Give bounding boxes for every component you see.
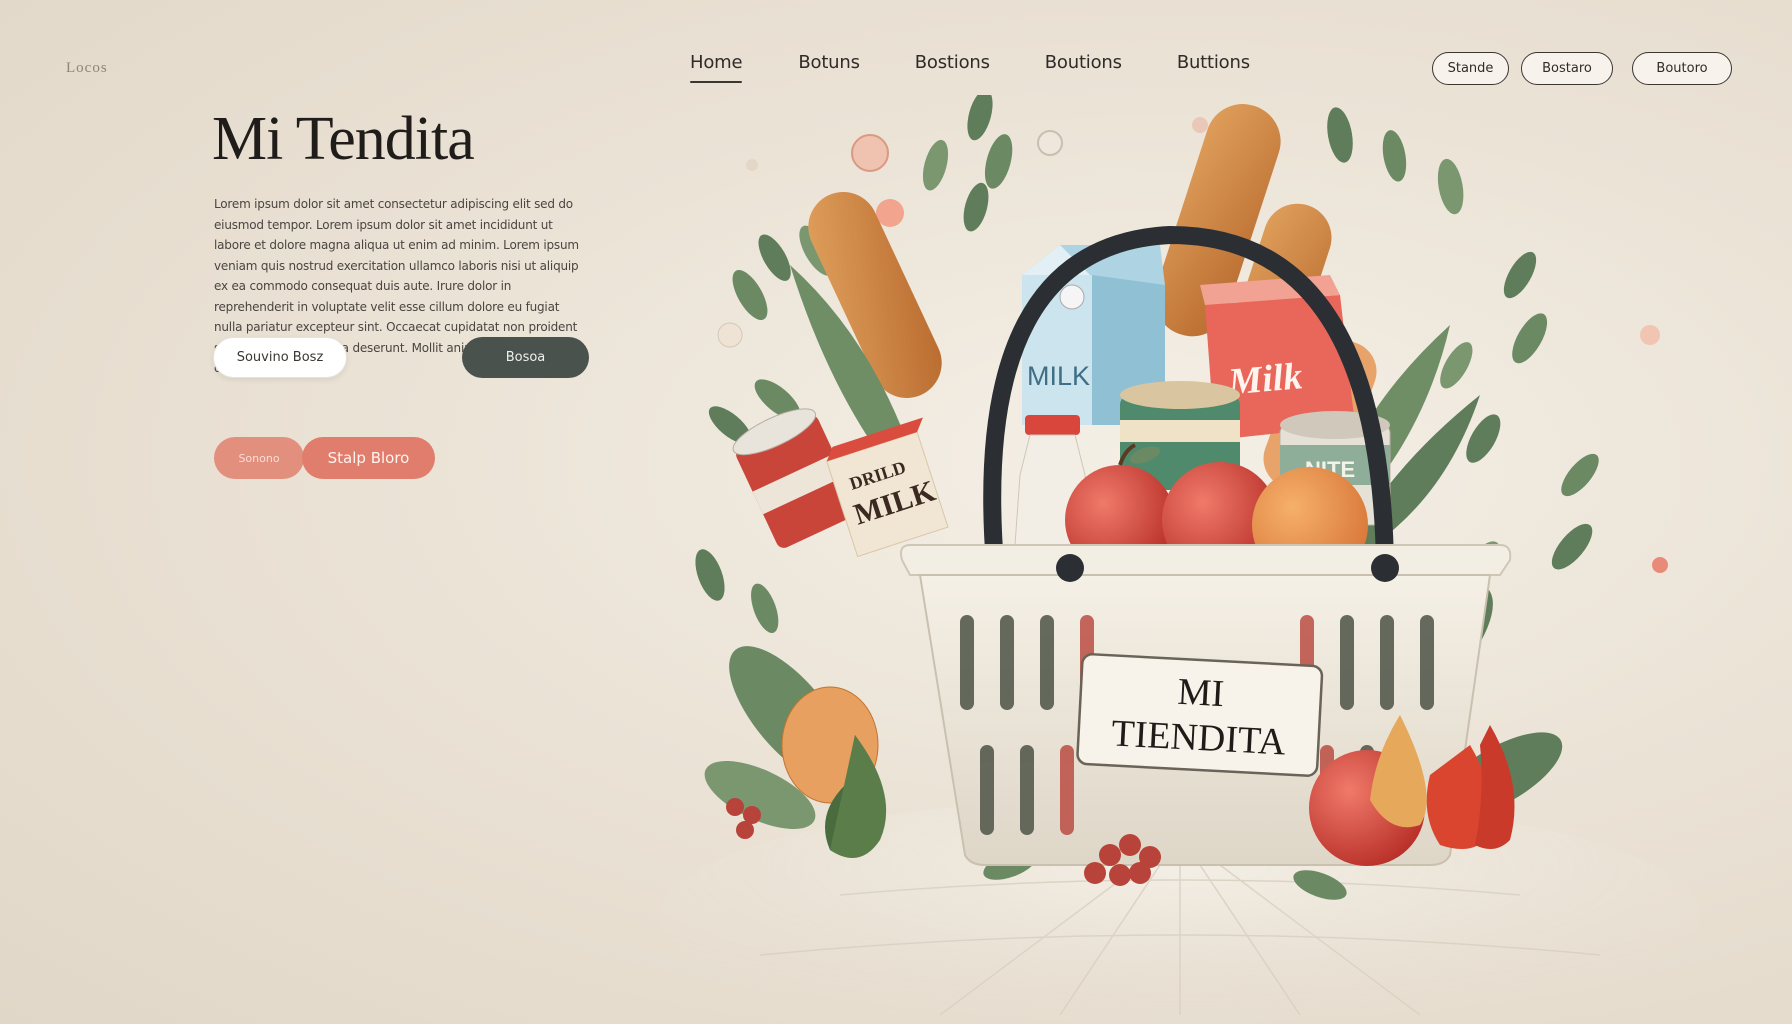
nav-bostions[interactable]: Bostions [915, 52, 990, 73]
nav-buttions[interactable]: Buttions [1177, 52, 1250, 73]
top-nav: Home Botuns Bostions Boutions Buttions [690, 52, 1250, 83]
nav-home[interactable]: Home [690, 52, 743, 83]
header-actions: Stande Bostaro Boutoro [1432, 52, 1732, 85]
grocery-basket-illustration: MILK Milk DRILD MILK NITE MI TIENDITA [660, 95, 1700, 1015]
header-button-3[interactable]: Boutoro [1632, 52, 1732, 85]
basket-label: MI TIENDITA [1076, 653, 1324, 777]
coral-button-right[interactable]: Stalp Bloro [302, 437, 435, 479]
logo[interactable]: Locos [66, 60, 108, 77]
carton-label: MILK [1027, 361, 1090, 391]
header-button-1[interactable]: Stande [1432, 52, 1509, 85]
svg-text:MI: MI [1177, 671, 1226, 715]
header-button-2[interactable]: Bostaro [1521, 52, 1613, 85]
nav-boutions[interactable]: Boutions [1045, 52, 1122, 73]
secondary-cta-button[interactable]: Bosoa [462, 337, 589, 378]
primary-cta-button[interactable]: Souvino Bosz [213, 337, 347, 378]
page-title: Mi Tendita [212, 105, 475, 173]
nav-botuns[interactable]: Botuns [798, 52, 860, 73]
coral-button-left[interactable]: Sonono [214, 437, 304, 479]
